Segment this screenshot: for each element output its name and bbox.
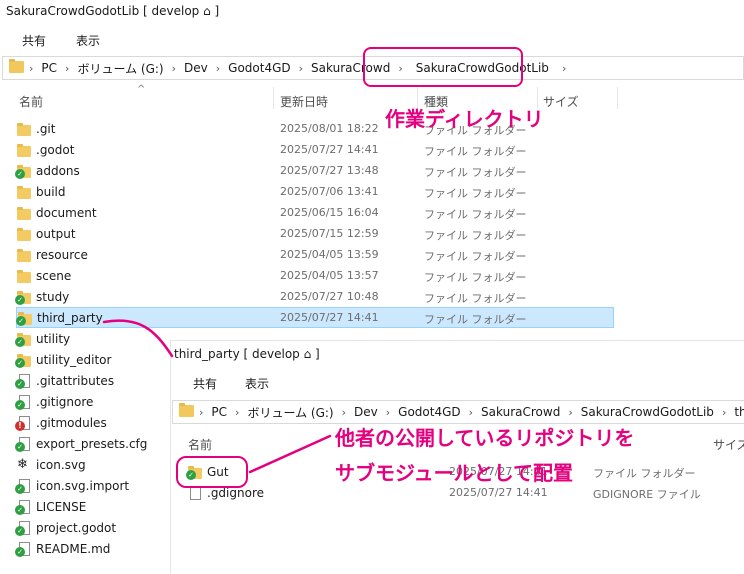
connector-third-party: [102, 319, 174, 358]
connector-gut: [248, 434, 332, 474]
annotation-connectors: [102, 319, 332, 474]
